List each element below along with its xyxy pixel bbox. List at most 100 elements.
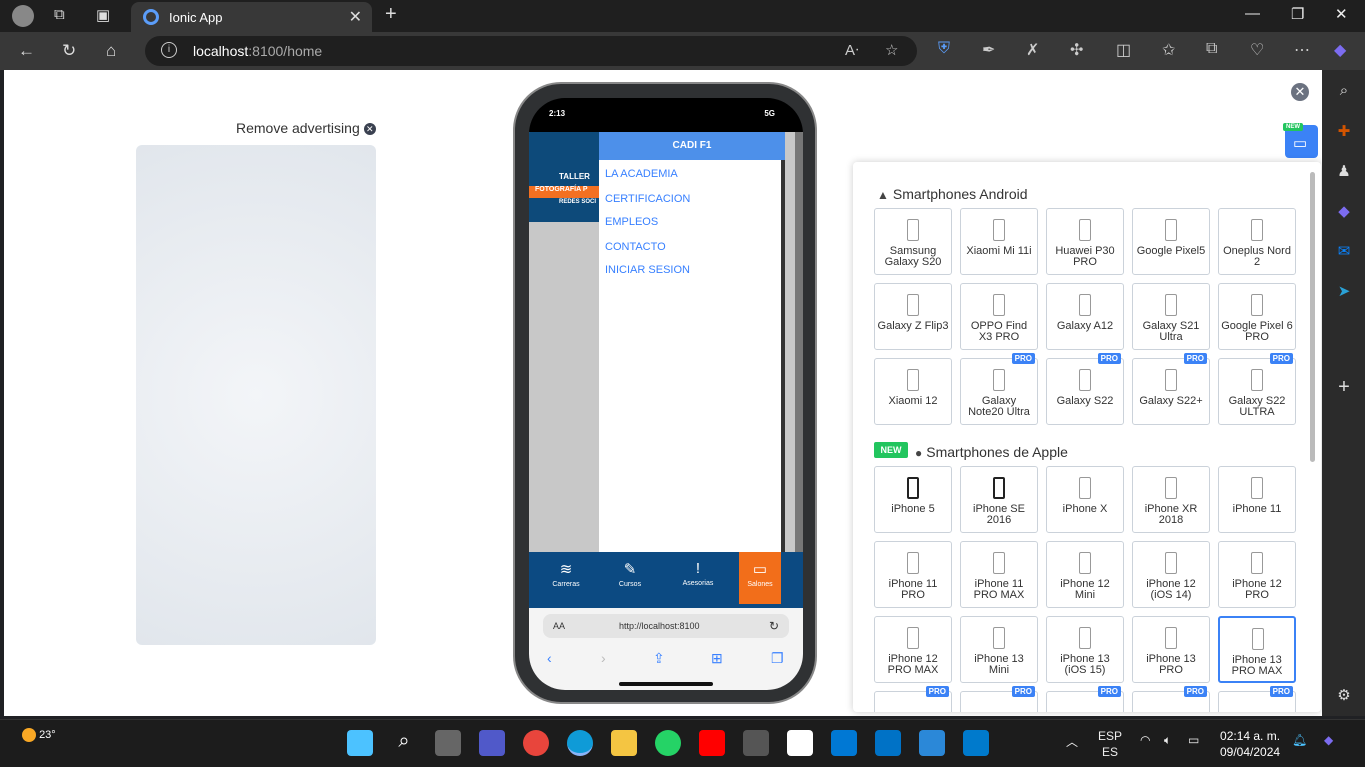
menu-item-iniciar-sesion[interactable]: INICIAR SESION: [605, 264, 690, 276]
performance-icon[interactable]: ♡: [1250, 40, 1264, 60]
device-card[interactable]: Huawei P30 PRO: [1046, 208, 1124, 275]
safari-reload-icon[interactable]: ↻: [769, 619, 779, 633]
device-card[interactable]: Galaxy S22 PRO: [1046, 353, 1124, 425]
extension-eyedropper-icon[interactable]: ✒: [982, 40, 995, 60]
tools-icon[interactable]: ✚: [1334, 122, 1354, 142]
device-card[interactable]: iPhone 12 PRO: [1218, 541, 1296, 608]
device-card[interactable]: iPhone 11 PRO MAX: [960, 541, 1038, 608]
device-card[interactable]: PRO: [960, 686, 1038, 712]
safari-share-icon[interactable]: ⇪: [653, 650, 665, 667]
drop-icon[interactable]: ➤: [1334, 282, 1354, 302]
device-card[interactable]: iPhone SE 2016: [960, 466, 1038, 533]
games-icon[interactable]: ♟: [1334, 162, 1354, 182]
device-card[interactable]: Samsung Galaxy S20: [874, 208, 952, 275]
notifications-icon[interactable]: 🔔︎: [1292, 733, 1307, 747]
device-card[interactable]: iPhone 12 (iOS 14): [1132, 541, 1210, 608]
home-icon[interactable]: ⌂: [106, 41, 116, 61]
tab-carreras[interactable]: ≋ Carreras: [537, 552, 595, 604]
reload-icon[interactable]: ↻: [62, 41, 76, 61]
tab-salones[interactable]: ▭ Salones: [739, 552, 781, 604]
copilot-taskbar-icon[interactable]: ◆: [1324, 733, 1333, 747]
task-view-icon[interactable]: [435, 730, 461, 756]
device-card[interactable]: iPhone 12 Mini: [1046, 541, 1124, 608]
device-card[interactable]: PRO: [1132, 686, 1210, 712]
start-icon[interactable]: [347, 730, 373, 756]
device-card[interactable]: Galaxy Note20 Ultra PRO: [960, 353, 1038, 425]
workspaces-icon[interactable]: ⧉: [54, 6, 65, 23]
amazon-icon[interactable]: [787, 730, 813, 756]
extension-shield-icon[interactable]: ⛨: [938, 40, 950, 58]
device-card[interactable]: PRO: [1046, 686, 1124, 712]
device-card[interactable]: iPhone 13 PRO MAX: [1218, 616, 1296, 683]
teams-icon[interactable]: [479, 730, 505, 756]
read-aloud-icon[interactable]: Aᐧ: [845, 41, 859, 59]
safari-bookmarks-icon[interactable]: ⊞: [711, 650, 723, 667]
device-switch-button[interactable]: NEW ▭: [1283, 123, 1318, 158]
youtube-icon[interactable]: [699, 730, 725, 756]
language-indicator[interactable]: ESP ES: [1098, 728, 1122, 760]
safari-back-icon[interactable]: ‹: [547, 650, 552, 666]
device-card[interactable]: iPhone 13 (iOS 15): [1046, 616, 1124, 683]
minimize-icon[interactable]: —: [1245, 5, 1260, 22]
copilot-icon[interactable]: ◆: [1334, 40, 1346, 60]
photos-icon[interactable]: [919, 730, 945, 756]
restore-icon[interactable]: ❐: [1291, 5, 1304, 23]
device-card[interactable]: OPPO Find X3 PRO: [960, 283, 1038, 350]
device-card[interactable]: Oneplus Nord 2: [1218, 208, 1296, 275]
menu-item-academia[interactable]: LA ACADEMIA: [605, 168, 678, 180]
remove-advertising-link[interactable]: Remove advertising ✕: [236, 120, 376, 136]
site-info-icon[interactable]: i: [161, 42, 177, 58]
device-card[interactable]: iPhone 13 Mini: [960, 616, 1038, 683]
extensions-icon[interactable]: ✣: [1070, 40, 1083, 60]
favorite-star-icon[interactable]: ☆: [885, 41, 898, 59]
volume-icon[interactable]: 🔈︎: [1164, 733, 1171, 748]
device-card[interactable]: iPhone 5: [874, 466, 952, 533]
device-card[interactable]: Galaxy Z Flip3: [874, 283, 952, 350]
device-card[interactable]: PRO: [874, 686, 952, 712]
new-tab-icon[interactable]: +: [385, 3, 397, 26]
close-tab-icon[interactable]: ✕: [349, 7, 362, 27]
device-card[interactable]: Galaxy A12: [1046, 283, 1124, 350]
collections-icon[interactable]: ⧉: [1206, 40, 1217, 58]
store-icon[interactable]: [831, 730, 857, 756]
edge-icon[interactable]: [567, 730, 593, 756]
menu-item-empleos[interactable]: EMPLEOS: [605, 216, 658, 228]
device-card[interactable]: iPhone X: [1046, 466, 1124, 533]
device-card[interactable]: Google Pixel 6 PRO: [1218, 283, 1296, 350]
taskbar-search-icon[interactable]: ⌕: [391, 730, 417, 756]
promo-banner[interactable]: TALLER FOTOGRAFÍA P REDES SOCI: [529, 132, 609, 222]
vscode-icon[interactable]: [963, 730, 989, 756]
device-card[interactable]: Galaxy S22+ PRO: [1132, 353, 1210, 425]
search-icon[interactable]: ⌕: [1334, 82, 1354, 102]
device-card[interactable]: iPhone 11 PRO: [874, 541, 952, 608]
calculator-icon[interactable]: [743, 730, 769, 756]
profile-avatar[interactable]: [12, 5, 34, 27]
add-sidebar-icon[interactable]: +: [1334, 376, 1354, 398]
app-scrollbar[interactable]: [795, 132, 803, 552]
device-card[interactable]: iPhone 11: [1218, 466, 1296, 533]
sidebar-settings-icon[interactable]: ⚙: [1334, 686, 1354, 706]
safari-forward-icon[interactable]: ›: [601, 650, 606, 666]
whatsapp-icon[interactable]: [655, 730, 681, 756]
device-card[interactable]: iPhone 12 PRO MAX: [874, 616, 952, 683]
device-card[interactable]: Xiaomi 12: [874, 358, 952, 425]
show-hidden-icons[interactable]: ︿: [1066, 733, 1078, 750]
device-card[interactable]: iPhone XR 2018: [1132, 466, 1210, 533]
weather-widget[interactable]: 23°: [22, 728, 56, 742]
mail-icon[interactable]: [875, 730, 901, 756]
menu-item-certificacion[interactable]: CERTIFICACION: [605, 193, 690, 205]
split-screen-icon[interactable]: ◫: [1116, 40, 1131, 60]
safari-tabs-icon[interactable]: ❐: [771, 650, 784, 667]
tab-cursos[interactable]: ✎ Cursos: [601, 552, 659, 604]
tab-ionic-app[interactable]: Ionic App ✕: [131, 2, 372, 32]
battery-icon[interactable]: ▭: [1188, 733, 1199, 747]
close-window-icon[interactable]: ✕: [1335, 5, 1348, 23]
file-explorer-icon[interactable]: [611, 730, 637, 756]
device-card[interactable]: Galaxy S21 Ultra: [1132, 283, 1210, 350]
device-card[interactable]: iPhone 13 PRO: [1132, 616, 1210, 683]
m365-icon[interactable]: ◆: [1334, 202, 1354, 222]
text-size-button[interactable]: AA: [553, 621, 565, 631]
menu-item-contacto[interactable]: CONTACTO: [605, 241, 666, 253]
address-bar[interactable]: i localhost:8100/home Aᐧ ☆: [145, 36, 917, 66]
panel-scrollbar[interactable]: [1310, 172, 1315, 462]
